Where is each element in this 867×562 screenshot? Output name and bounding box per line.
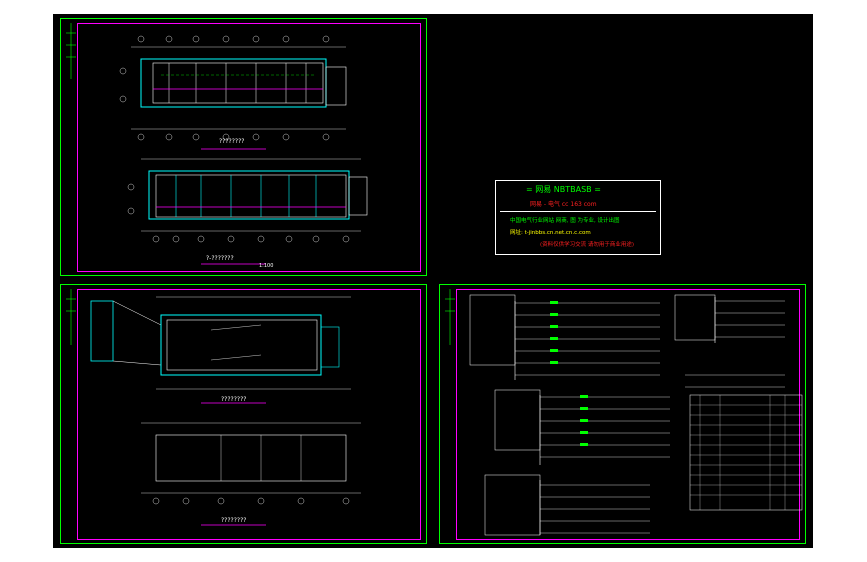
plan-caption-1: ???????? [219, 138, 245, 145]
distribution-system-diagram [445, 289, 803, 536]
sheet-top-left: ???????? ?-??????? 1:100 [60, 18, 427, 276]
title-divider [500, 211, 656, 212]
title-block: = 网易 NBTBASB = 网易 - 电气 cc 163 com 中国电气行业… [495, 180, 661, 255]
sheet-bottom-right [439, 284, 806, 544]
plan-caption-4: ???????? [221, 517, 247, 524]
title-line-3: 中国电气行业网站 网商, 图 为专业, 设计出图 [510, 218, 620, 224]
title-line-4: 网址: t-jinbbs.cn.net.cn.c.com [510, 230, 591, 236]
cad-drawing-canvas: ???????? ?-??????? 1:100 ???????? ??????… [53, 14, 813, 548]
sheet-bottom-left: ???????? ???????? [60, 284, 427, 544]
plan-caption-2: ?-??????? [206, 255, 234, 262]
title-line-1: = 网易 NBTBASB = [526, 185, 601, 194]
title-line-5: (资料仅供学习交流 请勿用于商业用途) [540, 242, 635, 248]
floor-plan-upper [66, 23, 368, 265]
plan-scale: 1:100 [259, 263, 274, 269]
title-line-2: 网易 - 电气 cc 163 com [530, 201, 597, 208]
plan-caption-3: ???????? [221, 396, 247, 403]
floor-plan-lower [66, 289, 361, 526]
